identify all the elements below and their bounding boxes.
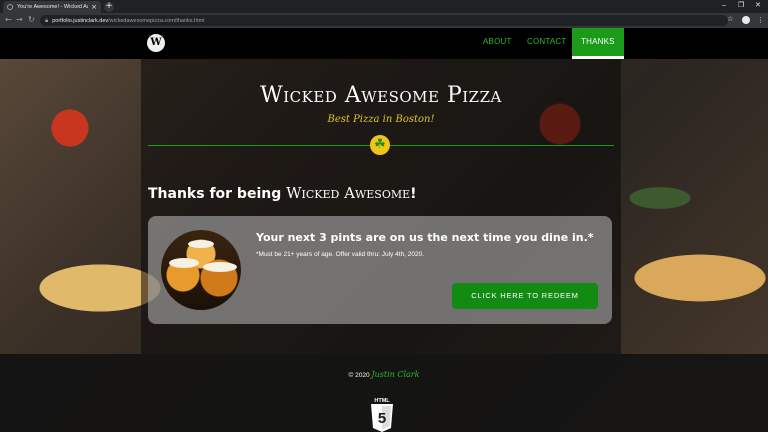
minimize-icon[interactable]: –	[722, 1, 726, 11]
thanks-suffix: !	[410, 186, 417, 202]
address-bar[interactable]: 🔒︎ portfolio.justinclark.dev/wickedaweso…	[40, 15, 728, 26]
url-host: portfolio.justinclark.dev	[52, 17, 109, 24]
browser-tabstrip: You're Awesome! - Wicked Awe... × + – ❐ …	[0, 0, 768, 13]
svg-text:5: 5	[378, 410, 386, 427]
forward-icon[interactable]: →	[16, 15, 23, 25]
footer-copyright: © 2020 Justin Clark	[0, 370, 768, 379]
site-tagline: Best Pizza in Boston!	[327, 114, 435, 125]
tab-close-icon[interactable]: ×	[91, 3, 97, 11]
browser-tab[interactable]: You're Awesome! - Wicked Awe... ×	[3, 1, 101, 13]
html5-badge-icon: HTML 5	[369, 398, 395, 432]
nav-link-thanks[interactable]: THANKS	[572, 28, 624, 59]
bookmark-star-icon[interactable]: ☆	[727, 14, 733, 24]
thanks-prefix: Thanks for being	[148, 186, 287, 202]
favicon-icon	[7, 4, 13, 10]
nav-link-about[interactable]: ABOUT	[483, 28, 512, 59]
thanks-heading: Thanks for being Wicked Awesome!	[148, 184, 417, 202]
shamrock-icon: ☘	[370, 135, 390, 155]
url-path: /wickedawesomepizza.com/thanks.html	[108, 17, 205, 24]
offer-text: Your next 3 pints are on us the next tim…	[256, 231, 594, 244]
new-tab-button[interactable]: +	[104, 2, 114, 12]
offer-card: Your next 3 pints are on us the next tim…	[148, 216, 612, 324]
site-brand-title: Wicked Awesome Pizza	[260, 83, 502, 108]
site-navbar: W ABOUT CONTACT THANKS	[0, 28, 768, 59]
site-logo[interactable]: W	[147, 34, 165, 52]
offer-fine-print: *Must be 21+ years of age. Offer valid t…	[256, 251, 425, 258]
back-icon[interactable]: ←	[5, 15, 12, 25]
nav-link-contact[interactable]: CONTACT	[527, 28, 566, 59]
redeem-button[interactable]: CLICK HERE TO REDEEM	[452, 283, 598, 309]
maximize-icon[interactable]: ❐	[738, 1, 744, 11]
window-close-icon[interactable]: ✕	[755, 1, 761, 11]
author-link[interactable]: Justin Clark	[371, 370, 419, 379]
browser-toolbar: ← → ↻ 🔒︎ portfolio.justinclark.dev/wicke…	[0, 13, 768, 28]
beer-pints-image	[161, 230, 241, 310]
lock-icon: 🔒︎	[45, 16, 49, 24]
page-content: W ABOUT CONTACT THANKS Wicked Awesome Pi…	[0, 28, 768, 432]
profile-avatar[interactable]	[742, 16, 750, 24]
thanks-brand: Wicked Awesome	[286, 184, 411, 202]
reload-icon[interactable]: ↻	[28, 15, 35, 25]
menu-kebab-icon[interactable]: ⋮	[757, 15, 764, 25]
tab-title: You're Awesome! - Wicked Awe...	[17, 4, 88, 10]
copyright-text: © 2020	[348, 372, 370, 379]
